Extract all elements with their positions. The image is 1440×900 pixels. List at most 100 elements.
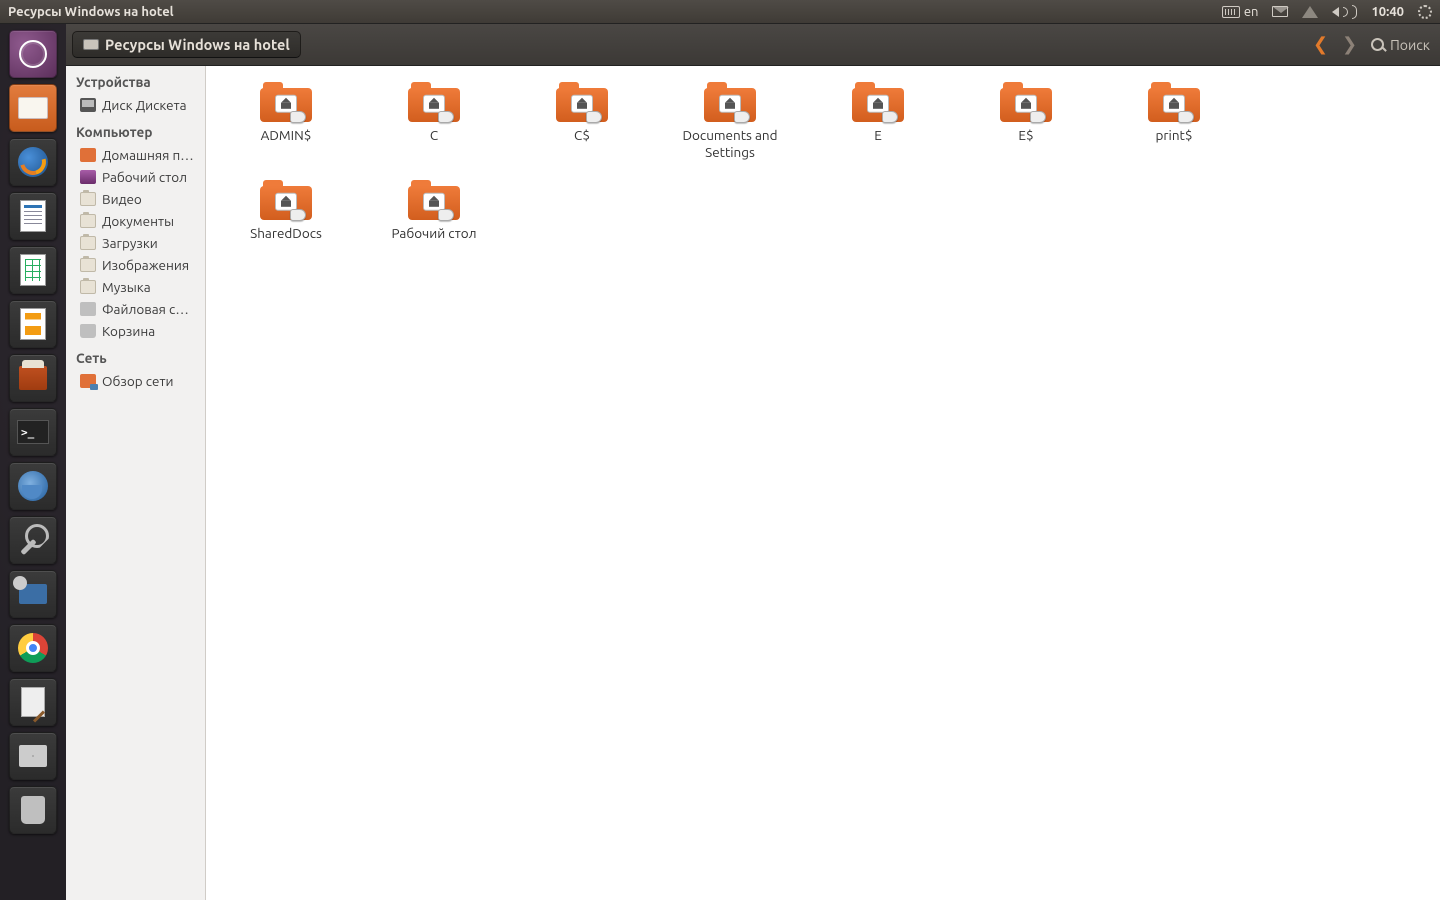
workspaces-icon [19, 745, 47, 767]
settings-icon [19, 526, 47, 554]
launcher-impress[interactable] [9, 300, 57, 348]
launcher-thunderbird[interactable] [9, 462, 57, 510]
share-folder[interactable]: C$ [508, 76, 656, 168]
sidebar-item-comp-0[interactable]: Домашняя п… [66, 144, 205, 166]
sidebar-item-dev-0[interactable]: Диск Дискета [66, 94, 205, 116]
sidebar-item-comp-8[interactable]: Корзина [66, 320, 205, 342]
share-folder[interactable]: Рабочий стол [360, 174, 508, 249]
launcher-files[interactable] [9, 84, 57, 132]
firefox-icon [18, 147, 48, 177]
launcher-firefox[interactable] [9, 138, 57, 186]
volume-indicator[interactable] [1332, 5, 1357, 19]
trash-icon [21, 796, 45, 824]
search-icon [1371, 38, 1384, 51]
clock[interactable]: 10:40 [1371, 5, 1404, 19]
sidebar-item-comp-6[interactable]: Музыка [66, 276, 205, 298]
launcher-settings[interactable] [9, 516, 57, 564]
sidebar-item-label: Музыка [102, 279, 151, 295]
share-folder[interactable]: E$ [952, 76, 1100, 168]
sidebar-item-label: Документы [102, 213, 174, 229]
folder-label: Documents and Settings [660, 126, 800, 162]
keyboard-icon [1222, 6, 1240, 18]
sidebar-item-comp-4[interactable]: Загрузки [66, 232, 205, 254]
keyboard-indicator[interactable]: en [1222, 5, 1259, 19]
share-folder-icon [852, 82, 904, 122]
chrome-icon [18, 633, 48, 663]
sidebar-item-label: Корзина [102, 323, 155, 339]
launcher-trash[interactable] [9, 786, 57, 834]
folder-label: ADMIN$ [255, 126, 318, 145]
launcher-chrome[interactable] [9, 624, 57, 672]
sidebar-item-comp-1[interactable]: Рабочий стол [66, 166, 205, 188]
calc-icon [20, 254, 46, 286]
launcher-terminal[interactable]: >_ [9, 408, 57, 456]
sidebar-item-label: Файловая с… [102, 301, 189, 317]
share-folder[interactable]: E [804, 76, 952, 168]
search-button[interactable]: Поиск [1371, 37, 1430, 53]
launcher-workspaces[interactable] [9, 732, 57, 780]
location-label: Ресурсы Windows на hotel [105, 36, 290, 53]
generic-icon [80, 280, 96, 294]
share-folder[interactable]: Documents and Settings [656, 76, 804, 168]
sidebar-item-label: Видео [102, 191, 142, 207]
share-folder-icon [704, 82, 756, 122]
share-folder-icon [1148, 82, 1200, 122]
sidebar-item-comp-7[interactable]: Файловая с… [66, 298, 205, 320]
nav-back-button[interactable]: ❮ [1313, 34, 1328, 55]
folder-label: SharedDocs [244, 224, 328, 243]
generic-icon [80, 236, 96, 250]
thunderbird-icon [18, 471, 48, 501]
generic-icon [80, 258, 96, 272]
share-folder[interactable]: print$ [1100, 76, 1248, 168]
gedit-icon [21, 687, 45, 717]
share-folder-icon [556, 82, 608, 122]
launcher-writer[interactable] [9, 192, 57, 240]
launcher-software[interactable] [9, 354, 57, 402]
share-folder-icon [1000, 82, 1052, 122]
sidebar-item-label: Изображения [102, 257, 189, 273]
sidebar-item-comp-2[interactable]: Видео [66, 188, 205, 210]
sidebar-item-net-0[interactable]: Обзор сети [66, 370, 205, 392]
folder-label: print$ [1150, 126, 1199, 145]
sidebar-item-label: Диск Дискета [102, 97, 187, 113]
fs-icon [80, 302, 96, 316]
sidebar-item-label: Обзор сети [102, 373, 173, 389]
sidebar-header-devices: Устройства [66, 66, 205, 94]
desktop-icon [80, 170, 96, 184]
folder-label: E$ [1012, 126, 1039, 145]
mail-indicator[interactable] [1272, 6, 1288, 17]
file-manager-window: Ресурсы Windows на hotel ❮ ❯ Поиск Устро… [66, 24, 1440, 900]
home-icon [80, 148, 96, 162]
session-indicator[interactable] [1418, 5, 1432, 19]
launcher-dash[interactable] [9, 30, 57, 78]
launcher-calc[interactable] [9, 246, 57, 294]
launcher-gedit[interactable] [9, 678, 57, 726]
sidebar-item-label: Домашняя п… [102, 147, 194, 163]
share-folder-icon [408, 180, 460, 220]
network-indicator[interactable] [1302, 6, 1318, 18]
writer-icon [20, 200, 46, 232]
share-folder[interactable]: SharedDocs [212, 174, 360, 249]
keyboard-lang: en [1244, 5, 1259, 19]
location-breadcrumb[interactable]: Ресурсы Windows на hotel [72, 31, 301, 58]
icon-view[interactable]: ADMIN$ C C$Documents and SettingsE E$ print$… [206, 66, 1440, 900]
wifi-icon [1302, 6, 1318, 18]
sidebar-item-comp-3[interactable]: Документы [66, 210, 205, 232]
share-folder-icon [260, 82, 312, 122]
sidebar-item-comp-5[interactable]: Изображения [66, 254, 205, 276]
share-folder[interactable]: C [360, 76, 508, 168]
disk-icon [80, 98, 96, 112]
sidebar-header-computer: Компьютер [66, 116, 205, 144]
sidebar-item-label: Загрузки [102, 235, 158, 251]
remote-icon [19, 584, 47, 604]
trash-icon [80, 324, 96, 338]
nav-forward-button[interactable]: ❯ [1342, 34, 1357, 55]
net-icon [80, 374, 96, 388]
files-icon [18, 97, 48, 119]
toolbar: Ресурсы Windows на hotel ❮ ❯ Поиск [66, 24, 1440, 66]
share-folder[interactable]: ADMIN$ [212, 76, 360, 168]
folder-label: Рабочий стол [385, 224, 482, 243]
launcher-remote[interactable] [9, 570, 57, 618]
folder-label: C [424, 126, 444, 145]
launcher: >_ [0, 24, 66, 900]
